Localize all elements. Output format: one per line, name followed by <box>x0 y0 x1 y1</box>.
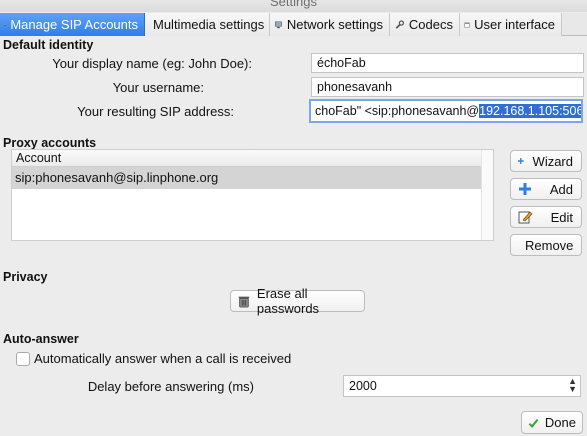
erase-passwords-button[interactable]: Erase all passwords <box>230 286 365 316</box>
wizard-button[interactable]: Wizard <box>510 150 582 172</box>
tab-codecs[interactable]: Codecs <box>390 13 460 36</box>
edit-icon <box>518 211 533 224</box>
checkmark-icon <box>528 418 539 428</box>
tab-label: User interface <box>474 17 555 32</box>
delay-label: Delay before answering (ms) <box>87 379 254 394</box>
display-name-field[interactable]: échoFab <box>311 53 584 73</box>
title-bar: Settings <box>0 0 587 12</box>
window-title: Settings <box>270 0 317 9</box>
tab-manage-sip-accounts[interactable]: Manage SIP Accounts <box>0 13 145 36</box>
network-icon <box>275 21 282 28</box>
trash-icon <box>238 296 250 308</box>
delay-spinbox[interactable]: 2000 ▲ ▼ <box>343 375 581 397</box>
sip-address-field[interactable]: choFab" <sip:phonesavanh@192.168.1.105:5… <box>309 99 583 123</box>
proxy-accounts-heading: Proxy accounts <box>3 136 97 150</box>
auto-answer-checkbox-label[interactable]: Automatically answer when a call is rece… <box>34 351 291 366</box>
tab-label: Manage SIP Accounts <box>10 17 138 32</box>
display-name-label: Your display name (eg: John Doe): <box>52 56 252 71</box>
tab-label: Network settings <box>286 17 383 32</box>
plus-icon <box>517 158 524 164</box>
sip-address-text: choFab" <sip:phonesavanh@ <box>315 104 480 118</box>
proxy-accounts-list[interactable]: Account sip:phonesavanh@sip.linphone.org <box>11 149 494 241</box>
edit-label: Edit <box>550 209 573 225</box>
username-field[interactable]: phonesavanh <box>311 77 584 97</box>
privacy-heading: Privacy <box>3 270 48 284</box>
tab-multimedia-settings[interactable]: Multimedia settings <box>145 13 270 36</box>
delay-value: 2000 <box>349 379 377 393</box>
add-label: Add <box>549 181 573 197</box>
wizard-label: Wizard <box>532 153 573 169</box>
window-icon <box>464 22 470 27</box>
default-identity-heading: Default identity <box>3 38 94 52</box>
sip-address-label: Your resulting SIP address: <box>77 104 234 119</box>
plus-icon <box>519 183 531 195</box>
wrench-icon <box>395 19 405 29</box>
spinner-arrows-icon[interactable]: ▲ ▼ <box>568 377 577 394</box>
sip-address-selection: 192.168.1.105:5060> <box>479 104 581 118</box>
list-item[interactable]: sip:phonesavanh@sip.linphone.org <box>12 167 493 189</box>
auto-answer-checkbox[interactable] <box>16 352 30 366</box>
users-icon <box>4 23 7 26</box>
settings-tabs: Manage SIP Accounts Multimedia settings … <box>0 13 587 36</box>
done-label: Done <box>544 415 576 430</box>
tab-network-settings[interactable]: Network settings <box>270 13 390 36</box>
username-label: Your username: <box>112 80 204 95</box>
erase-passwords-label: Erase all passwords <box>256 286 320 316</box>
remove-label: Remove <box>525 237 574 253</box>
tab-label: Multimedia settings <box>153 17 265 32</box>
tab-label: Codecs <box>408 17 453 32</box>
tab-user-interface[interactable]: User interface <box>460 13 562 36</box>
add-button[interactable]: Add <box>510 178 582 200</box>
list-scrollbar[interactable] <box>481 150 493 240</box>
account-column-header[interactable]: Account <box>12 150 493 167</box>
done-button[interactable]: Done <box>521 411 583 434</box>
auto-answer-heading: Auto-answer <box>3 332 79 346</box>
edit-button[interactable]: Edit <box>510 206 582 228</box>
remove-button[interactable]: Remove <box>510 234 582 256</box>
